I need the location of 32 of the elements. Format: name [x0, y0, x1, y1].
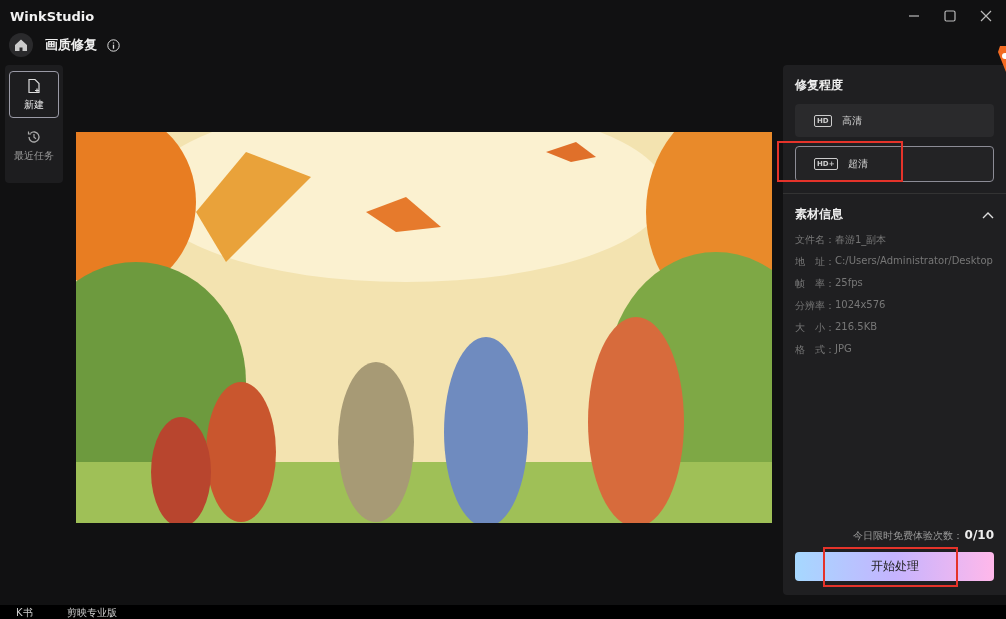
info-value: 216.5KB [835, 321, 878, 334]
info-label: 大 小： [795, 321, 835, 335]
info-value: 春游1_副本 [835, 233, 887, 247]
tag-icon [998, 46, 1006, 72]
info-label: 地 址： [795, 255, 835, 269]
quota-label: 今日限时免费体验次数： [852, 529, 963, 543]
new-file-icon [26, 77, 42, 94]
info-icon[interactable] [107, 38, 120, 52]
home-icon [14, 38, 28, 52]
taskbar-item[interactable]: 剪映专业版 [66, 607, 117, 619]
taskbar-item[interactable]: K书 [16, 607, 33, 619]
sidebar-item[interactable]: 最近任务 [9, 122, 59, 169]
maximize-icon[interactable] [944, 10, 956, 22]
close-icon[interactable] [980, 10, 992, 22]
info-label: 分辨率： [795, 299, 835, 313]
section-title: 素材信息 [795, 206, 843, 223]
start-button[interactable]: 开始处理 [795, 552, 994, 581]
info-label: 文件名： [795, 233, 835, 247]
info-label: 帧 率： [795, 277, 835, 291]
chevron-icon[interactable] [982, 210, 994, 219]
info-label: 格 式： [795, 343, 835, 357]
window-title: WinkStudio [10, 8, 95, 24]
home-button[interactable] [9, 33, 33, 57]
quota-count: 0/10 [964, 528, 994, 542]
section-title: 修复程度 [795, 77, 844, 94]
page-title: 画质修复 [45, 36, 97, 54]
info-value: C:/Users/Administrator/Desktop [835, 255, 993, 268]
info-value: 25fps [835, 277, 863, 290]
info-value: 1024x576 [835, 299, 886, 312]
history-icon [26, 128, 42, 145]
info-value: JPG [835, 343, 852, 356]
sidebar-item[interactable]: 新建 [9, 71, 59, 118]
